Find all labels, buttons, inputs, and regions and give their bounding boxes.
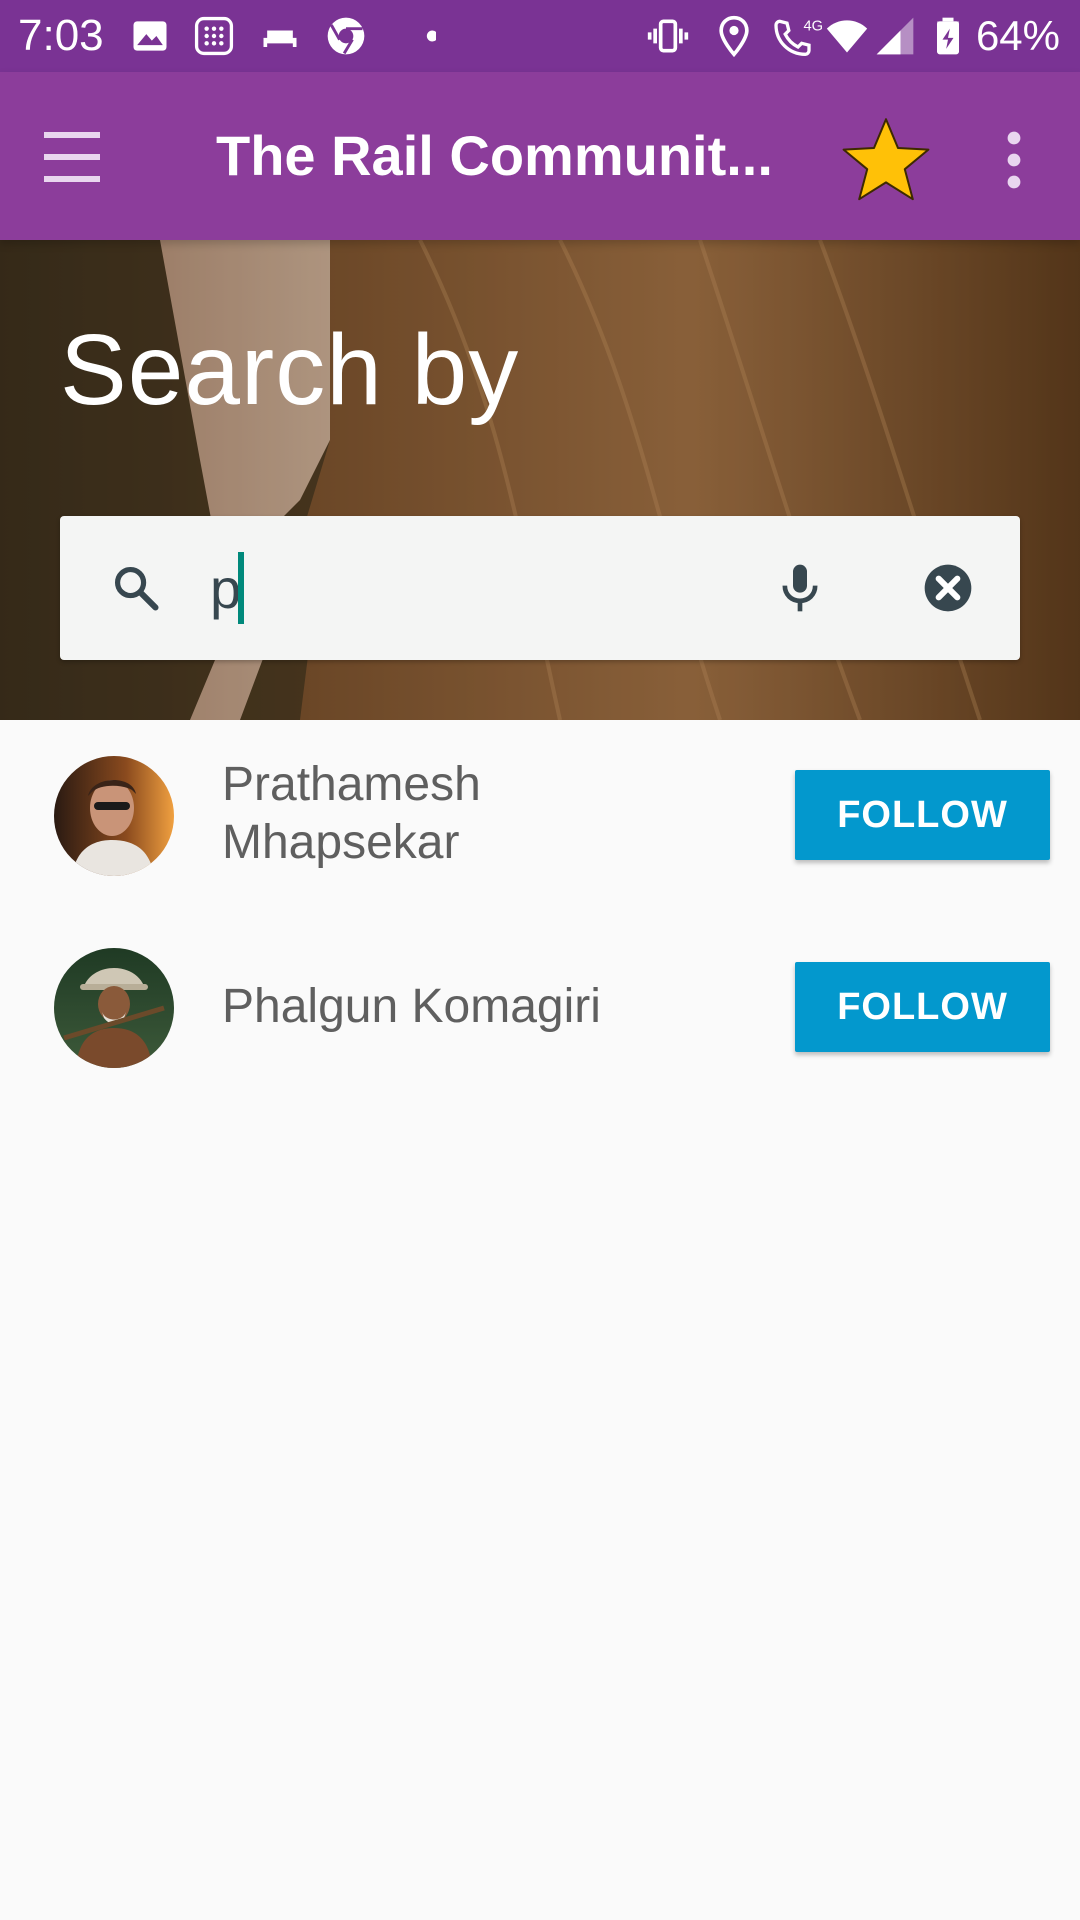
status-time: 7:03 — [18, 11, 104, 60]
image-icon — [133, 21, 167, 51]
location-icon — [719, 15, 749, 58]
text-cursor — [238, 552, 244, 624]
user-name-line: Mhapsekar — [222, 816, 460, 869]
dot-icon — [426, 30, 436, 42]
search-bar — [60, 516, 1020, 660]
app-title: The Rail Communit... — [216, 124, 773, 187]
vibrate-icon — [647, 19, 689, 53]
search-icon — [114, 566, 159, 611]
list-item: Phalgun Komagiri FOLLOW — [0, 912, 1080, 1102]
microphone-icon[interactable] — [772, 560, 828, 616]
avatar[interactable] — [54, 948, 174, 1068]
app-bar: The Rail Communit... — [0, 72, 1080, 240]
status-bar: 7:03 4G 64% — [0, 0, 1080, 72]
overflow-menu-icon[interactable] — [990, 128, 1038, 192]
user-name-line: Prathamesh — [222, 758, 481, 811]
couch-icon — [263, 30, 297, 47]
star-icon[interactable] — [838, 112, 934, 208]
user-name[interactable]: Phalgun Komagiri — [222, 978, 762, 1036]
network-type-label: 4G — [804, 19, 824, 35]
user-name[interactable]: Prathamesh Mhapsekar — [222, 756, 762, 872]
battery-percent: 64% — [975, 12, 1060, 59]
list-item: Prathamesh Mhapsekar FOLLOW — [0, 720, 1080, 910]
follow-button[interactable]: FOLLOW — [795, 962, 1050, 1052]
chrome-icon — [327, 17, 365, 55]
follow-button[interactable]: FOLLOW — [795, 770, 1050, 860]
signal-icon — [876, 17, 914, 55]
search-input[interactable] — [210, 538, 730, 638]
search-by-title: Search by — [60, 314, 520, 426]
menu-icon[interactable] — [44, 126, 124, 190]
avatar[interactable] — [54, 756, 174, 876]
clear-icon[interactable] — [920, 560, 976, 616]
wifi-calling-icon: 4G — [774, 19, 824, 56]
keypad-app-icon — [194, 16, 234, 56]
search-header: Search by — [0, 240, 1080, 720]
wifi-icon — [826, 20, 868, 53]
battery-charging-icon — [937, 17, 959, 55]
